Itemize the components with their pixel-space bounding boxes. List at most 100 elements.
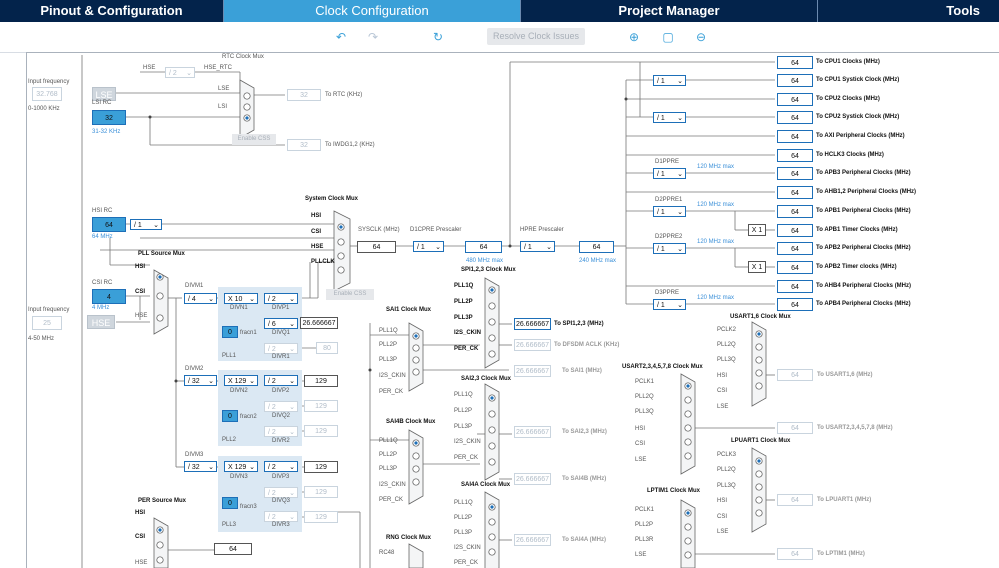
divn1-select[interactable]: X 10 ⌄ xyxy=(224,293,258,304)
rtc-hse-divider-select[interactable]: / 2 ⌄ xyxy=(165,67,195,78)
sai1-per-label: PER_CK xyxy=(379,389,404,395)
divn2-select[interactable]: X 129 ⌄ xyxy=(224,375,258,386)
divm2-select[interactable]: / 32 ⌄ xyxy=(184,375,217,386)
sai4a-i2s-label: I2S_CKIN xyxy=(454,545,481,551)
d2ppre1-select[interactable]: / 1 ⌄ xyxy=(653,206,686,217)
spi-i2s-label: I2S_CKIN xyxy=(454,330,482,336)
to-iwdg-label: To IWDG1,2 (KHz) xyxy=(325,142,375,148)
lse-source[interactable]: LSE xyxy=(92,87,116,101)
divq3-value: / 2 xyxy=(268,490,276,497)
rng-rc48-label: RC48 xyxy=(379,550,395,556)
sys-hsi-label: HSI xyxy=(311,213,322,219)
u16-pll3q-label: PLL3Q xyxy=(717,357,736,363)
output-value-3: 64 xyxy=(777,111,813,124)
output-value-9: 64 xyxy=(777,224,813,237)
sai1-i2s-label: I2S_CKIN xyxy=(379,373,406,379)
output-value-12: 64 xyxy=(777,280,813,293)
d3ppre-select[interactable]: / 1 ⌄ xyxy=(653,299,686,310)
to-u2-label: To USART2,3,4,5,7,8 (MHz) xyxy=(817,425,893,431)
fracn1-value[interactable]: 0 xyxy=(222,326,238,338)
output-label-5: To HCLK3 Clocks (MHz) xyxy=(816,152,884,158)
sys-csi-label: CSI xyxy=(311,229,322,235)
u2-output-value: 64 xyxy=(777,422,813,434)
fracn3-value[interactable]: 0 xyxy=(222,497,238,509)
chevron-down-icon: ⌄ xyxy=(435,244,441,251)
lpuart-mux-label: LPUART1 Clock Mux xyxy=(731,438,791,444)
divp1-label: DIVP1 xyxy=(272,305,290,311)
chevron-down-icon: ⌄ xyxy=(153,222,159,229)
hse-input-value[interactable]: 25 xyxy=(32,316,62,330)
divr1-select[interactable]: / 2 ⌄ xyxy=(264,343,298,354)
divm3-select[interactable]: / 32 ⌄ xyxy=(184,461,217,472)
divp2-value: / 2 xyxy=(268,378,276,385)
chevron-down-icon: ⌄ xyxy=(208,464,214,471)
divn3-select[interactable]: X 129 ⌄ xyxy=(224,461,258,472)
u2-lse-label: LSE xyxy=(635,457,647,463)
divq2-label: DIVQ2 xyxy=(272,413,291,419)
hse-rtc-label: HSE_RTC xyxy=(204,65,232,71)
divq2-value: / 2 xyxy=(268,404,276,411)
divp3-select[interactable]: / 2 ⌄ xyxy=(264,461,298,472)
pll-hsi-label: HSI xyxy=(135,264,146,270)
output-label-0: To CPU1 Clocks (MHz) xyxy=(816,59,880,65)
fracn2-value[interactable]: 0 xyxy=(222,410,238,422)
cpu1-systick-divider[interactable]: / 1 ⌄ xyxy=(653,75,686,86)
lp-lse-label: LSE xyxy=(717,529,729,535)
pll1-label: PLL1 xyxy=(222,353,237,359)
sai23-pll1q-label: PLL1Q xyxy=(454,392,473,398)
lse-input-value[interactable]: 32.768 xyxy=(32,87,62,101)
cpu2-systick-divider[interactable]: / 1 ⌄ xyxy=(653,112,686,123)
divm1-label: DIVM1 xyxy=(185,283,204,289)
chevron-down-icon: ⌄ xyxy=(677,302,683,309)
divr3-label: DIVR3 xyxy=(272,522,290,528)
spi-per-label: PER_CK xyxy=(454,346,479,352)
u16-hsi-label: HSI xyxy=(717,373,728,379)
chevron-down-icon: ⌄ xyxy=(186,70,192,77)
sai1-mux-label: SAI1 Clock Mux xyxy=(386,307,432,313)
divq3-select[interactable]: / 2 ⌄ xyxy=(264,487,298,498)
hpre-label: HPRE Prescaler xyxy=(520,227,564,233)
output-value-10: 64 xyxy=(777,242,813,255)
chevron-down-icon: ⌄ xyxy=(208,296,214,303)
pll-csi-label: CSI xyxy=(135,289,146,295)
hse-source[interactable]: HSE xyxy=(87,315,115,329)
divp2-select[interactable]: / 2 ⌄ xyxy=(264,375,298,386)
sai23-pll3p-label: PLL3P xyxy=(454,424,473,430)
divr1-label: DIVR1 xyxy=(272,354,290,360)
per-output-value: 64 xyxy=(214,543,252,555)
spi-pll2p-label: PLL2P xyxy=(454,299,473,305)
enable-css-lse-button[interactable]: Enable CSS xyxy=(232,134,276,145)
lt-output-value: 64 xyxy=(777,548,813,560)
chevron-down-icon: ⌄ xyxy=(289,464,295,471)
d1cpre-select[interactable]: / 1 ⌄ xyxy=(413,241,444,252)
divq1-select[interactable]: / 6 ⌄ xyxy=(264,318,298,329)
output-label-1: To CPU1 Systick Clock (MHz) xyxy=(816,77,900,83)
lp-pll3q-label: PLL3Q xyxy=(717,483,736,489)
hpre-output-value: 64 xyxy=(579,241,614,253)
divp1-select[interactable]: / 2 ⌄ xyxy=(264,293,298,304)
per-hse-label: HSE xyxy=(135,560,148,566)
divr2-select[interactable]: / 2 ⌄ xyxy=(264,426,298,437)
d2ppre2-label: D2PPRE2 xyxy=(655,234,683,240)
sai4b-pll3p-label: PLL3P xyxy=(379,466,398,472)
divp2-label: DIVP2 xyxy=(272,388,290,394)
sai4a-mux-label: SAI4A Clock Mux xyxy=(461,482,511,488)
rtc-output-value: 32 xyxy=(287,89,321,101)
sai4b-output-value: 26.666667 xyxy=(514,473,551,485)
hpre-select[interactable]: / 1 ⌄ xyxy=(520,241,555,252)
divq2-select[interactable]: / 2 ⌄ xyxy=(264,401,298,412)
enable-css-hse-button[interactable]: Enable CSS xyxy=(326,289,374,300)
d1cpre-value: / 1 xyxy=(417,244,425,251)
sai1-output-value: 26.666667 xyxy=(514,365,551,377)
sai4a-pll1q-label: PLL1Q xyxy=(454,500,473,506)
divm3-value: / 32 xyxy=(188,464,200,471)
d2ppre2-select[interactable]: / 1 ⌄ xyxy=(653,243,686,254)
lt-pll3r-label: PLL3R xyxy=(635,537,654,543)
hsi-divider-select[interactable]: / 1 ⌄ xyxy=(130,219,162,230)
divm1-select[interactable]: / 4 ⌄ xyxy=(184,293,217,304)
lt-pclk1-label: PCLK1 xyxy=(635,507,655,513)
sai1-pll1q-label: PLL1Q xyxy=(379,328,398,334)
chevron-down-icon: ⌄ xyxy=(677,209,683,216)
divr3-select[interactable]: / 2 ⌄ xyxy=(264,511,298,522)
d1ppre-select[interactable]: / 1 ⌄ xyxy=(653,168,686,179)
